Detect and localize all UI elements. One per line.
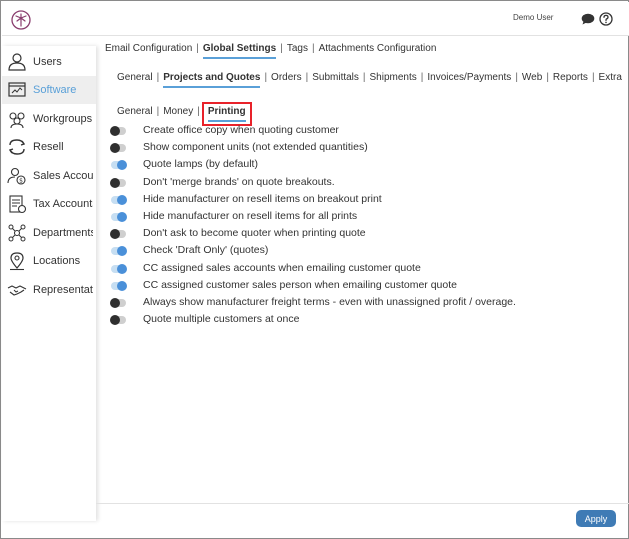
highlight-box: Printing	[201, 102, 252, 126]
option-label: Always show manufacturer freight terms -…	[143, 295, 516, 308]
sidebar-item-label: Departments	[33, 227, 93, 239]
option-label: Show component units (not extended quant…	[143, 141, 368, 154]
option-label: Don't 'merge brands' on quote breakouts.	[143, 175, 335, 188]
tab-reports[interactable]: Reports	[553, 72, 588, 83]
svg-text:$: $	[19, 178, 23, 185]
sidebar-item-representatives[interactable]: Representatives	[2, 276, 96, 304]
sidebar-item-locations[interactable]: Locations	[2, 247, 96, 275]
sidebar-item-label: Tax Accounts	[33, 198, 93, 210]
option-label: Create office copy when quoting customer	[143, 124, 339, 136]
toggle-switch[interactable]	[111, 280, 127, 291]
handshake-icon	[7, 285, 27, 296]
sidebar-item-resell[interactable]: Resell	[2, 133, 96, 161]
tab-global-settings[interactable]: Global Settings	[202, 43, 277, 59]
option-row: Hide manufacturer on resell items for al…	[111, 210, 621, 227]
option-row: CC assigned customer sales person when e…	[111, 279, 621, 296]
tab-submittals[interactable]: Submittals	[312, 72, 359, 83]
option-label: Quote lamps (by default)	[143, 158, 258, 171]
toggle-switch[interactable]	[110, 297, 126, 308]
tab-attachments-configuration[interactable]: Attachments Configuration	[319, 43, 437, 54]
sidebar-item-label: Locations	[33, 255, 81, 267]
chat-icon[interactable]	[581, 13, 595, 25]
toggle-switch[interactable]	[110, 126, 126, 136]
workgroups-icon	[9, 112, 25, 129]
toggle-switch[interactable]	[110, 229, 126, 240]
departments-icon	[8, 224, 26, 242]
sidebar-item-sales-accounts[interactable]: $ Sales Accounts	[2, 162, 96, 190]
toggle-switch[interactable]	[111, 246, 127, 257]
sidebar-item-workgroups[interactable]: Workgroups	[2, 105, 96, 133]
tab-web[interactable]: Web	[522, 72, 542, 83]
option-label: Quote multiple customers at once	[143, 313, 300, 326]
sidebar-item-label: Software	[33, 84, 77, 96]
user-icon	[8, 53, 26, 71]
toggle-switch[interactable]	[110, 143, 126, 154]
tab-tags[interactable]: Tags	[287, 43, 308, 54]
tab-orders[interactable]: Orders	[271, 72, 302, 83]
software-icon	[8, 82, 26, 97]
toggle-switch[interactable]	[110, 315, 126, 326]
sales-accounts-icon: $	[7, 167, 26, 185]
app-window: Demo User Users Software Workgroups Rese…	[0, 0, 629, 539]
option-label: Hide manufacturer on resell items for al…	[143, 209, 358, 222]
tab-money[interactable]: Money	[163, 106, 193, 117]
option-row: Don't 'merge brands' on quote breakouts.	[110, 175, 621, 193]
location-pin-icon	[10, 252, 24, 271]
user-name[interactable]: Demo User	[513, 13, 553, 22]
option-row: Don't ask to become quoter when printing…	[110, 227, 621, 244]
sidebar-item-departments[interactable]: Departments	[2, 219, 96, 247]
sidebar-item-tax-accounts[interactable]: Tax Accounts	[2, 190, 96, 218]
tax-accounts-icon	[9, 195, 27, 214]
tab-general[interactable]: General	[117, 72, 153, 83]
sidebar-item-users[interactable]: Users	[2, 48, 96, 76]
resell-icon	[8, 139, 26, 155]
option-label: Check 'Draft Only' (quotes)	[143, 244, 269, 257]
option-row: Always show manufacturer freight terms -…	[110, 295, 621, 313]
toggle-switch[interactable]	[110, 177, 126, 188]
apply-button[interactable]: Apply	[576, 510, 616, 527]
options-list: Create office copy when quoting customer…	[110, 124, 621, 330]
tertiary-tabs: General | Money | Printing	[117, 102, 252, 126]
option-row: Hide manufacturer on resell items on bre…	[111, 193, 621, 210]
option-row: Show component units (not extended quant…	[110, 141, 621, 158]
tab-shipments[interactable]: Shipments	[370, 72, 417, 83]
option-label: Don't ask to become quoter when printing…	[143, 227, 366, 240]
toggle-switch[interactable]	[111, 263, 127, 274]
toggle-switch[interactable]	[111, 211, 127, 222]
sidebar-item-label: Sales Accounts	[33, 170, 93, 182]
company-logo-icon[interactable]	[11, 10, 31, 30]
main-content: Email Configuration | Global Settings | Tags…	[96, 37, 629, 503]
tab-projects-and-quotes[interactable]: Projects and Quotes	[163, 72, 261, 88]
sidebar-item-software[interactable]: Software	[2, 76, 96, 104]
option-label: CC assigned sales accounts when emailing…	[143, 261, 421, 274]
option-label: CC assigned customer sales person when e…	[143, 278, 457, 291]
tab-general-sub[interactable]: General	[117, 106, 153, 117]
tab-invoices-payments[interactable]: Invoices/Payments	[427, 72, 511, 83]
sidebar-item-label: Users	[33, 56, 62, 68]
sidebar-item-label: Representatives	[33, 284, 93, 296]
secondary-tabs: General | Projects and Quotes | Orders | Submi…	[117, 72, 622, 88]
footer-bar: Apply	[96, 503, 629, 539]
option-row: Quote lamps (by default)	[111, 158, 621, 175]
option-row: Check 'Draft Only' (quotes)	[111, 244, 621, 261]
option-row: CC assigned sales accounts when emailing…	[111, 262, 621, 279]
option-label: Hide manufacturer on resell items on bre…	[143, 192, 382, 205]
sidebar: Users Software Workgroups Resell $ Sales…	[2, 46, 96, 521]
option-row: Create office copy when quoting customer	[110, 124, 621, 141]
toggle-switch[interactable]	[111, 194, 127, 205]
sidebar-item-label: Resell	[33, 141, 64, 153]
tab-printing[interactable]: Printing	[207, 106, 246, 122]
tab-email-configuration[interactable]: Email Configuration	[105, 43, 192, 54]
option-row: Quote multiple customers at once	[110, 313, 621, 330]
primary-tabs: Email Configuration | Global Settings | Tags…	[105, 43, 436, 59]
tab-extra[interactable]: Extra	[599, 72, 622, 83]
top-bar: Demo User	[2, 2, 629, 36]
sidebar-item-label: Workgroups	[33, 113, 93, 125]
help-icon[interactable]	[599, 12, 613, 26]
toggle-switch[interactable]	[111, 160, 127, 171]
